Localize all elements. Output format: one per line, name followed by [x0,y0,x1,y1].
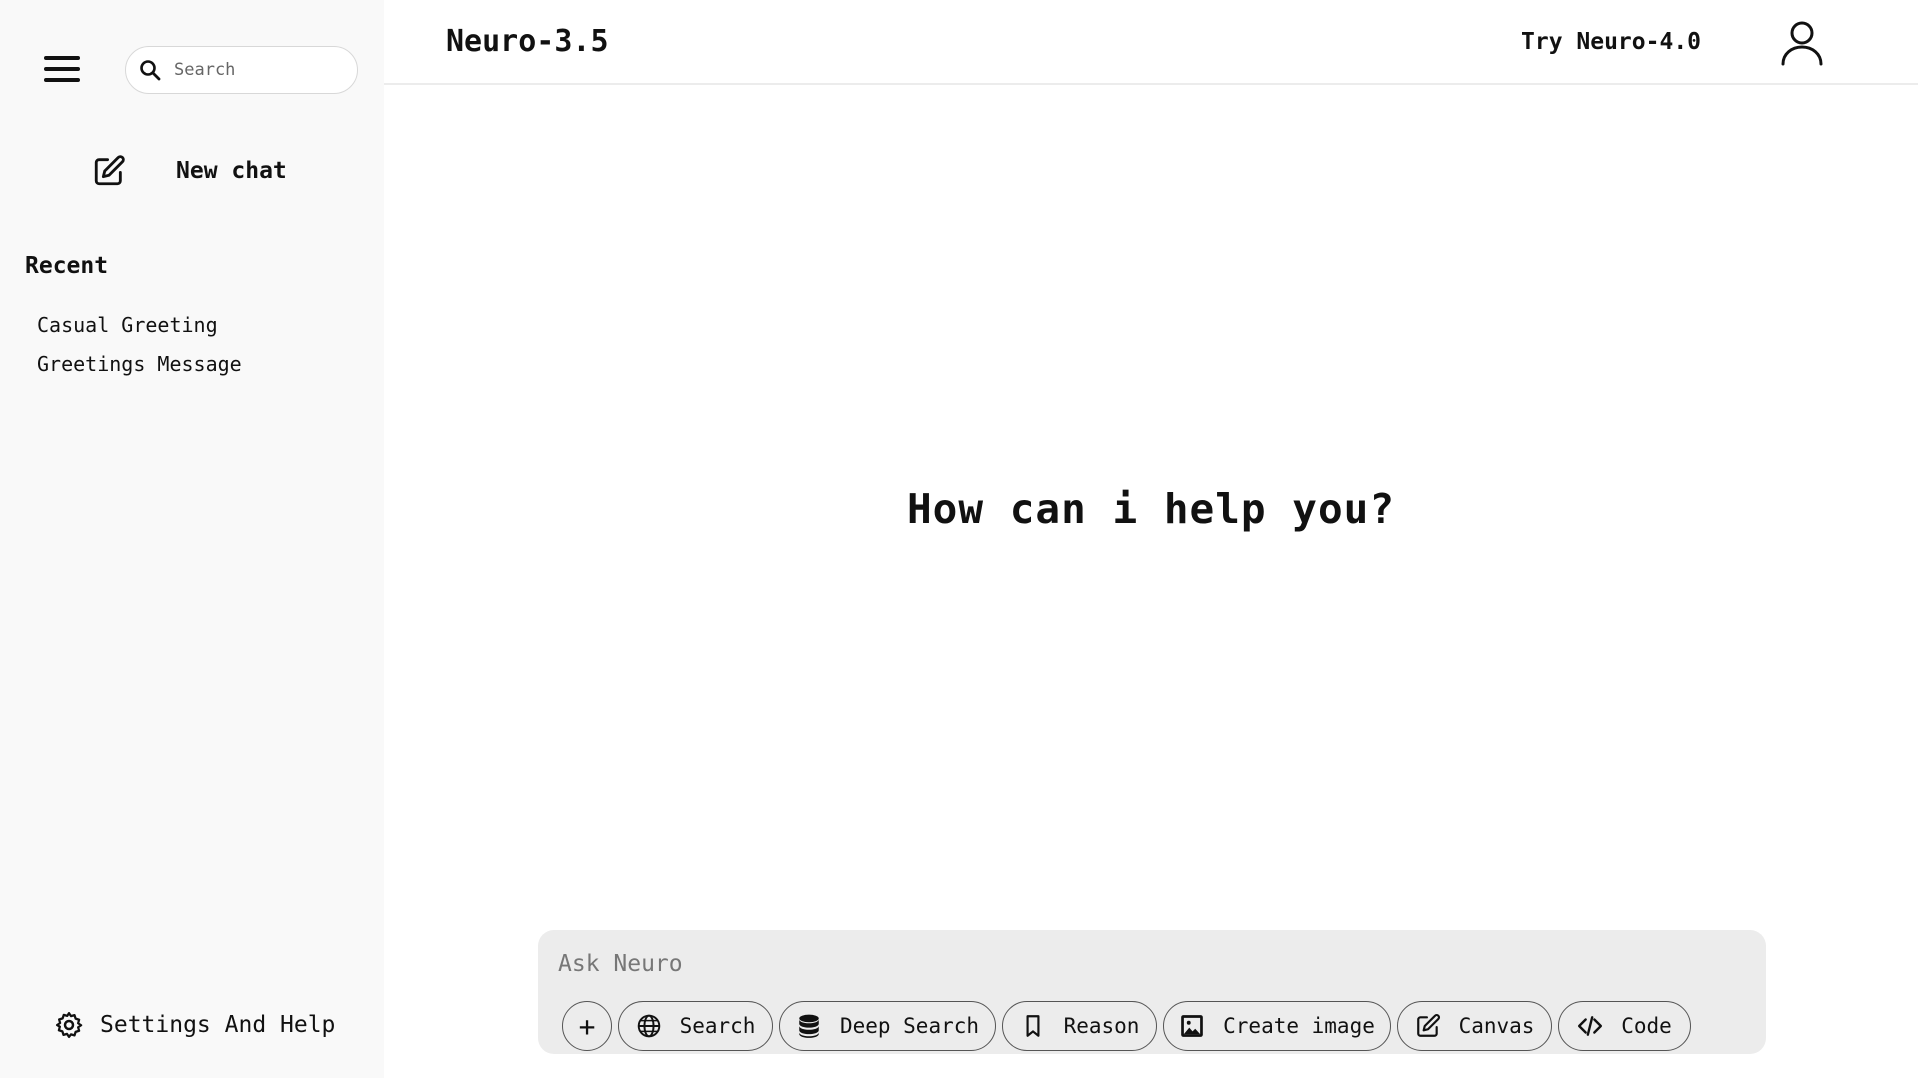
deep-search-tool-label: Deep Search [839,1014,980,1038]
gear-icon [56,1012,83,1038]
code-tool-button[interactable]: Code [1558,1001,1691,1051]
canvas-tool-label: Canvas [1458,1014,1535,1038]
recent-item-casual-greeting[interactable]: Casual Greeting [37,310,242,349]
edit-icon [94,155,125,186]
bookmark-icon [1026,1015,1040,1037]
settings-and-help-button[interactable]: Settings And Help [54,1010,335,1040]
database-icon [799,1014,819,1038]
globe-icon [637,1014,660,1038]
code-tool-label: Code [1621,1014,1672,1038]
create-image-tool-button[interactable]: Create image [1163,1001,1391,1051]
recent-item-greetings-message[interactable]: Greetings Message [37,349,242,388]
reason-tool-label: Reason [1063,1014,1140,1038]
prompt-input[interactable] [556,946,1740,982]
search-tool-button[interactable]: Search [618,1001,773,1051]
search-tool-label: Search [679,1014,756,1038]
model-name[interactable]: Neuro-3.5 [446,24,609,59]
try-upgrade-link[interactable]: Try Neuro-4.0 [1521,29,1701,55]
code-icon [1578,1016,1603,1036]
canvas-tool-button[interactable]: Canvas [1397,1001,1552,1051]
recent-heading: Recent [25,253,109,279]
search-icon [140,60,161,81]
top-bar: Neuro-3.5 Try Neuro-4.0 [384,0,1918,85]
recent-list: Casual Greeting Greetings Message [37,310,242,388]
sidebar-search[interactable] [125,46,358,94]
create-image-tool-label: Create image [1223,1014,1375,1038]
search-input[interactable] [172,59,346,81]
greeting-heading: How can i help you? [907,485,1395,533]
settings-label: Settings And Help [100,1012,336,1038]
image-icon [1181,1015,1203,1037]
new-chat-label: New chat [176,158,287,184]
composer-tools: + Search Deep Search Reason Create image… [562,1001,1697,1051]
deep-search-tool-button[interactable]: Deep Search [779,1001,996,1051]
add-attachment-button[interactable]: + [562,1001,612,1051]
edit-icon [1416,1014,1440,1037]
chat-composer: + Search Deep Search Reason [538,930,1766,1054]
reason-tool-button[interactable]: Reason [1002,1001,1157,1051]
user-icon[interactable] [1778,18,1826,66]
sidebar: New chat Recent Casual Greeting Greeting… [0,0,384,1078]
new-chat-button[interactable]: New chat [92,154,287,188]
hamburger-menu-icon[interactable] [44,56,80,86]
